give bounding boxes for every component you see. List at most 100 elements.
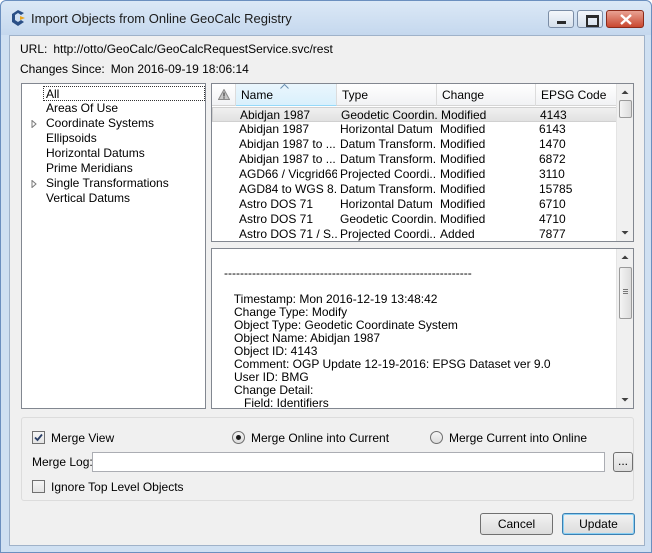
tree-item[interactable]: Coordinate Systems: [44, 116, 156, 131]
tree-item[interactable]: Horizontal Datums: [44, 146, 147, 161]
maximize-button[interactable]: [577, 10, 603, 28]
table-cell-name: AGD66 / Vicgrid66: [239, 167, 337, 181]
table-cell-change: Modified: [440, 182, 486, 196]
table-cell-change: Added: [440, 227, 475, 241]
table-cell-name: Abidjan 1987 to ...: [239, 137, 336, 151]
merge-current-into-online-label: Merge Current into Online: [449, 431, 588, 445]
merge-view-checkbox[interactable]: [32, 431, 45, 444]
table-cell-change: Modified: [440, 137, 486, 151]
column-header-name[interactable]: Name: [236, 84, 337, 106]
table-cell-change: Modified: [440, 152, 486, 166]
merge-log-input[interactable]: [92, 452, 605, 472]
window-title: Import Objects from Online GeoCalc Regis…: [31, 11, 292, 26]
update-button[interactable]: Update: [562, 513, 635, 535]
dialog-window: Import Objects from Online GeoCalc Regis…: [0, 0, 652, 553]
minimize-button[interactable]: [548, 10, 574, 28]
table-cell-code: 6710: [539, 197, 566, 211]
scroll-up-icon[interactable]: [617, 84, 633, 100]
changes-since-label: Changes Since:: [20, 62, 105, 76]
table-cell-name: Astro DOS 71: [239, 197, 314, 211]
expand-arrow-icon[interactable]: [30, 180, 38, 188]
table-row[interactable]: Abidjan 1987 to ... Datum Transform... Mod…: [212, 137, 618, 152]
merge-online-into-current-label: Merge Online into Current: [251, 431, 390, 445]
table-cell-code: 15785: [539, 182, 573, 196]
tree-item[interactable]: Ellipsoids: [44, 131, 99, 146]
merge-log-label: Merge Log:: [32, 455, 93, 469]
change-detail-panel[interactable]: ----------------------------------------…: [211, 248, 634, 409]
dialog-client: URL: http://otto/GeoCalc/GeoCalcRequestSe…: [9, 35, 645, 546]
merge-current-into-online-radio[interactable]: [430, 431, 443, 444]
detail-line: ----------------------------------------…: [224, 266, 472, 280]
sort-ascending-icon: [280, 84, 289, 89]
grid-header: Name Type Change EPSG Code: [212, 84, 618, 106]
table-cell-type: Datum Transform...: [340, 152, 437, 166]
detail-scroll-thumb[interactable]: [619, 267, 632, 319]
table-cell-name: Astro DOS 71: [239, 212, 314, 226]
warning-column-header[interactable]: [212, 84, 236, 106]
column-header-type[interactable]: Type: [337, 84, 437, 106]
cancel-button[interactable]: Cancel: [480, 513, 553, 535]
ignore-top-level-objects-checkbox[interactable]: [32, 480, 45, 493]
table-cell-code: 6872: [539, 152, 566, 166]
column-header-epsg-code-label: EPSG Code: [541, 88, 607, 102]
table-cell-code: 4143: [540, 108, 567, 122]
table-cell-change: Modified: [441, 108, 487, 122]
title-bar[interactable]: Import Objects from Online GeoCalc Regis…: [1, 1, 651, 35]
table-cell-change: Modified: [440, 197, 486, 211]
table-cell-type: Datum Transform...: [340, 182, 437, 196]
table-row[interactable]: Astro DOS 71 Horizontal Datum Modified 6710: [212, 197, 618, 212]
grid-vertical-scrollbar[interactable]: [616, 84, 633, 241]
expand-arrow-icon[interactable]: [30, 120, 38, 128]
table-cell-type: Projected Coordi...: [340, 167, 437, 181]
changes-since-line: Changes Since: Mon 2016-09-19 18:06:14: [20, 62, 249, 76]
table-row[interactable]: Abidjan 1987 to ... Datum Transform... Mod…: [212, 152, 618, 167]
table-cell-type: Geodetic Coordin...: [341, 108, 438, 122]
scroll-down-icon[interactable]: [617, 225, 633, 241]
table-cell-change: Modified: [440, 122, 486, 136]
scroll-up-icon[interactable]: [617, 249, 633, 265]
table-row[interactable]: Abidjan 1987 Geodetic Coordin... Modified 4…: [212, 107, 618, 122]
column-header-type-label: Type: [342, 88, 369, 102]
close-icon: [620, 14, 632, 25]
object-category-tree[interactable]: All Areas Of Use Coordinate Systems Ellipso…: [21, 83, 206, 409]
tree-item[interactable]: Vertical Datums: [44, 191, 132, 206]
changes-since-value: Mon 2016-09-19 18:06:14: [110, 62, 249, 76]
objects-grid[interactable]: Name Type Change EPSG Code Abidjan 1987 G…: [211, 83, 634, 242]
detail-line: Field: Identifiers: [224, 396, 329, 409]
table-cell-name: Astro DOS 71 / S...: [239, 227, 337, 241]
scroll-down-icon[interactable]: [617, 392, 633, 408]
column-header-epsg-code[interactable]: EPSG Code: [536, 84, 618, 106]
column-header-change[interactable]: Change: [437, 84, 536, 106]
table-cell-change: Modified: [440, 167, 486, 181]
url-line: URL: http://otto/GeoCalc/GeoCalcRequestSe…: [20, 42, 333, 56]
table-cell-code: 1470: [539, 137, 566, 151]
browse-button[interactable]: ...: [613, 452, 633, 472]
close-button[interactable]: [606, 10, 644, 28]
table-cell-name: Abidjan 1987: [239, 122, 310, 136]
table-row[interactable]: AGD66 / Vicgrid66 Projected Coordi... Modi…: [212, 167, 618, 182]
table-row[interactable]: AGD84 to WGS 8... Datum Transform... Modif…: [212, 182, 618, 197]
table-cell-code: 6143: [539, 122, 566, 136]
detail-vertical-scrollbar[interactable]: [616, 249, 633, 408]
grid-scroll-thumb[interactable]: [619, 100, 632, 118]
url-label: URL:: [20, 42, 48, 56]
table-cell-type: Horizontal Datum: [340, 122, 433, 136]
merge-online-into-current-radio[interactable]: [232, 431, 245, 444]
tree-item[interactable]: Prime Meridians: [44, 161, 135, 176]
tree-item[interactable]: Single Transformations: [44, 176, 171, 191]
table-cell-code: 3110: [539, 167, 565, 181]
table-cell-code: 7877: [539, 227, 566, 241]
table-cell-name: Abidjan 1987 to ...: [239, 152, 336, 166]
checkmark-icon: [34, 433, 43, 442]
url-value: http://otto/GeoCalc/GeoCalcRequestServic…: [53, 42, 333, 56]
table-cell-name: AGD84 to WGS 8...: [239, 182, 337, 196]
table-row[interactable]: Abidjan 1987 Horizontal Datum Modified 6143: [212, 122, 618, 137]
ignore-top-level-objects-label: Ignore Top Level Objects: [51, 480, 184, 494]
table-row[interactable]: Astro DOS 71 / S... Projected Coordi... Ad…: [212, 227, 618, 241]
tree-item[interactable]: Areas Of Use: [44, 101, 120, 116]
table-cell-change: Modified: [440, 212, 486, 226]
tree-item[interactable]: All: [43, 86, 205, 101]
table-cell-type: Projected Coordi...: [340, 227, 437, 241]
table-row[interactable]: Astro DOS 71 Geodetic Coordin... Modified 4…: [212, 212, 618, 227]
table-cell-type: Horizontal Datum: [340, 197, 433, 211]
